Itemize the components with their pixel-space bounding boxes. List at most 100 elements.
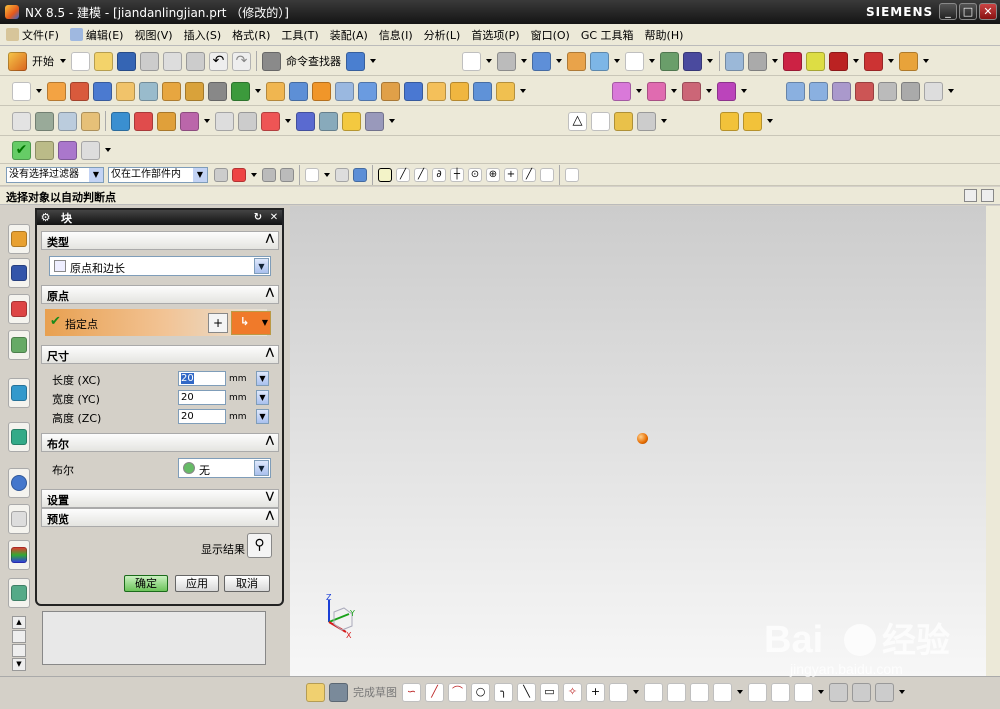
- start-icon[interactable]: [8, 51, 27, 71]
- pipe-icon[interactable]: [319, 111, 338, 131]
- background-icon[interactable]: [567, 51, 586, 71]
- minimize-button[interactable]: _: [939, 3, 957, 20]
- cone-icon[interactable]: [450, 81, 469, 101]
- boolean-section-header[interactable]: 布尔 ⋀: [41, 433, 279, 452]
- existing-point-icon[interactable]: +: [504, 168, 518, 182]
- blend-icon[interactable]: [266, 81, 285, 101]
- revolve-icon[interactable]: [70, 81, 89, 101]
- sew-icon[interactable]: [717, 81, 736, 101]
- menu-analysis[interactable]: 分析(L): [424, 27, 461, 43]
- quadrant-point-icon[interactable]: ⊕: [486, 168, 500, 182]
- clock-tab[interactable]: [8, 468, 30, 498]
- undo-icon[interactable]: ↶: [209, 51, 228, 71]
- subtract-icon[interactable]: [647, 81, 666, 101]
- rail-scroll-bar[interactable]: [12, 630, 26, 643]
- save-icon[interactable]: [117, 51, 136, 71]
- history-tab[interactable]: [8, 422, 30, 452]
- make-corner-icon[interactable]: [690, 682, 709, 702]
- intersection-point-icon[interactable]: ┼: [450, 168, 464, 182]
- ruler-icon[interactable]: [899, 51, 918, 71]
- axis-check-icon[interactable]: [81, 140, 100, 160]
- extrude-icon[interactable]: [47, 81, 66, 101]
- point-on-curve-icon[interactable]: ╱: [522, 168, 536, 182]
- rail-scroll-track[interactable]: [12, 644, 26, 657]
- menu-assemblies[interactable]: 装配(A): [330, 27, 368, 43]
- move-component-icon[interactable]: [134, 111, 153, 131]
- check-geometry-icon[interactable]: [35, 140, 54, 160]
- close-button[interactable]: ✕: [979, 3, 997, 20]
- assembly-icon[interactable]: [12, 111, 31, 131]
- point-icon[interactable]: +: [586, 682, 605, 702]
- dialog-close-icon[interactable]: ✕: [267, 211, 281, 224]
- height-spinner-icon[interactable]: ▼: [256, 409, 269, 424]
- end-point-icon[interactable]: ╱: [396, 168, 410, 182]
- menu-tools[interactable]: 工具(T): [281, 27, 318, 43]
- width-spinner-icon[interactable]: ▼: [256, 390, 269, 405]
- menu-insert[interactable]: 插入(S): [184, 27, 222, 43]
- origin-section-header[interactable]: 原点 ⋀: [41, 285, 279, 304]
- grid-icon[interactable]: [565, 168, 579, 182]
- polygon-icon[interactable]: ✧: [563, 682, 582, 702]
- spreadsheet-icon[interactable]: [614, 111, 633, 131]
- length-input[interactable]: 20: [178, 371, 226, 386]
- line-icon[interactable]: ╱: [425, 682, 444, 702]
- circle-icon[interactable]: ○: [471, 682, 490, 702]
- triangle-icon[interactable]: △: [568, 111, 587, 131]
- command-finder-icon[interactable]: [262, 51, 281, 71]
- web-browser-tab[interactable]: [8, 378, 30, 408]
- explode-icon[interactable]: [180, 111, 199, 131]
- constraint-icon[interactable]: [111, 111, 130, 131]
- mesh-surface-icon[interactable]: [809, 81, 828, 101]
- pmi-icon[interactable]: [238, 111, 257, 131]
- frame-icon[interactable]: [625, 51, 644, 71]
- menu-gc-toolkit[interactable]: GC 工具箱: [581, 27, 634, 43]
- draft-icon[interactable]: [496, 81, 515, 101]
- menu-preferences[interactable]: 首选项(P): [471, 27, 519, 43]
- fit-view-icon[interactable]: [462, 51, 481, 71]
- show-hide-icon[interactable]: [683, 51, 702, 71]
- selection-mode-icon[interactable]: [232, 168, 246, 182]
- quick-trim-icon[interactable]: [644, 682, 663, 702]
- menu-window[interactable]: 窗口(O): [531, 27, 570, 43]
- gc-data-icon[interactable]: [743, 111, 762, 131]
- menu-view[interactable]: 视图(V): [134, 27, 172, 43]
- mirror-icon[interactable]: [381, 81, 400, 101]
- roles-tab[interactable]: [8, 578, 30, 608]
- analysis-icon[interactable]: [783, 51, 802, 71]
- cut-icon[interactable]: [140, 51, 159, 71]
- reposition-icon[interactable]: [157, 111, 176, 131]
- offset-curve-icon[interactable]: [609, 682, 628, 702]
- part-navigator-tab[interactable]: [8, 294, 30, 324]
- visual-icon[interactable]: [660, 51, 679, 71]
- component-icon[interactable]: [58, 111, 77, 131]
- sketch-icon[interactable]: [12, 81, 31, 101]
- menu-information[interactable]: 信息(I): [379, 27, 413, 43]
- measure-icon[interactable]: [806, 51, 825, 71]
- control-point-icon[interactable]: ∂: [432, 168, 446, 182]
- menu-help[interactable]: 帮助(H): [645, 27, 684, 43]
- display-constraints-icon[interactable]: [829, 682, 848, 702]
- gc-toolkit-icon[interactable]: [720, 111, 739, 131]
- reset-icon[interactable]: ↻: [251, 211, 265, 224]
- extension-icon[interactable]: [901, 81, 920, 101]
- profile-icon[interactable]: ∽: [402, 682, 421, 702]
- surface-icon[interactable]: [786, 81, 805, 101]
- select-features-icon[interactable]: [262, 168, 276, 182]
- new-file-icon[interactable]: [71, 51, 90, 71]
- snap-settings-icon[interactable]: [335, 168, 349, 182]
- type-section-header[interactable]: 类型 ⋀: [41, 231, 279, 250]
- offset-surface-icon[interactable]: [878, 81, 897, 101]
- snap-enable-icon[interactable]: [378, 168, 392, 182]
- assembly-navigator-tab[interactable]: [8, 224, 30, 254]
- start-button[interactable]: 开始: [32, 53, 54, 69]
- check-mate-icon[interactable]: [58, 140, 77, 160]
- table-icon[interactable]: [591, 111, 610, 131]
- settings-section-header[interactable]: 设置 ⋁: [41, 489, 279, 508]
- body-select-icon[interactable]: [353, 168, 367, 182]
- section-view-icon[interactable]: [590, 51, 609, 71]
- panel-toggle-icon[interactable]: [964, 189, 977, 202]
- datum-icon[interactable]: [231, 81, 250, 101]
- pocket-icon[interactable]: [139, 81, 158, 101]
- pad-icon[interactable]: [162, 81, 181, 101]
- open-folder-icon[interactable]: [94, 51, 113, 71]
